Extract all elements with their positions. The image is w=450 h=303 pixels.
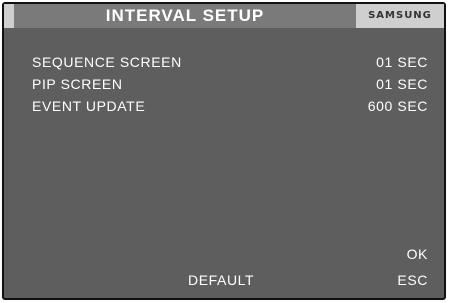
setting-row-sequence-screen[interactable]: SEQUENCE SCREEN 01 SEC <box>32 52 428 72</box>
title-bar: INTERVAL SETUP SAMSUNG <box>4 4 444 28</box>
brand-logo: SAMSUNG <box>368 10 432 21</box>
esc-button[interactable]: ESC <box>397 270 428 290</box>
interval-setup-screen: INTERVAL SETUP SAMSUNG SEQUENCE SCREEN 0… <box>2 2 446 300</box>
setting-label: SEQUENCE SCREEN <box>32 54 182 70</box>
menu-title: INTERVAL SETUP <box>105 6 265 25</box>
default-button[interactable]: DEFAULT <box>188 270 254 290</box>
setting-label: PIP SCREEN <box>32 76 123 92</box>
setting-row-pip-screen[interactable]: PIP SCREEN 01 SEC <box>32 74 428 94</box>
ok-button[interactable]: OK <box>407 244 428 264</box>
setting-value[interactable]: 600 SEC <box>368 96 428 116</box>
setting-label: EVENT UPDATE <box>32 98 146 114</box>
setting-value[interactable]: 01 SEC <box>376 74 428 94</box>
setting-value[interactable]: 01 SEC <box>376 52 428 72</box>
setting-row-event-update[interactable]: EVENT UPDATE 600 SEC <box>32 96 428 116</box>
